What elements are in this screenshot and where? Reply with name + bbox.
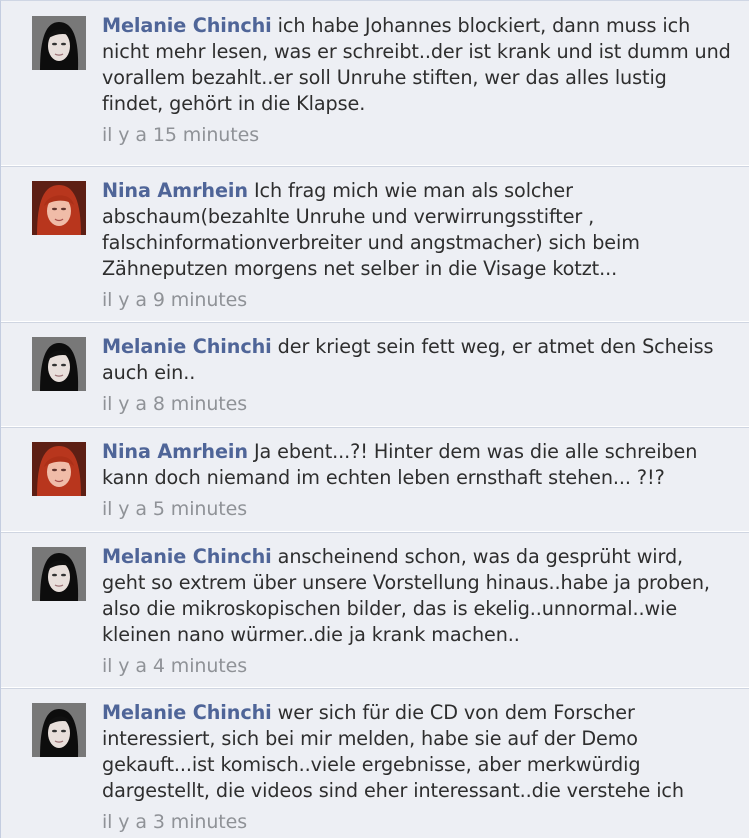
comment-item: Melanie Chinchi ich habe Johannes blocki… xyxy=(1,1,749,166)
melanie-avatar-icon xyxy=(32,703,86,757)
comment-author-link[interactable]: Nina Amrhein xyxy=(102,440,248,463)
comment-body: Melanie Chinchi wer sich für die CD von … xyxy=(102,700,732,835)
comment-timestamp[interactable]: il y a 5 minutes xyxy=(102,496,732,522)
comment-timestamp[interactable]: il y a 4 minutes xyxy=(102,653,732,679)
comment-author-link[interactable]: Nina Amrhein xyxy=(102,179,248,202)
nina-avatar-icon xyxy=(32,181,86,235)
comment-item: Nina Amrhein Ich frag mich wie man als s… xyxy=(1,166,749,322)
melanie-avatar-icon xyxy=(32,547,86,601)
avatar[interactable] xyxy=(32,703,86,757)
comment-item: Melanie Chinchi wer sich für die CD von … xyxy=(1,688,749,838)
comment-item: Melanie Chinchi der kriegt sein fett weg… xyxy=(1,322,749,427)
comment-item: Nina Amrhein Ja ebent...?! Hinter dem wa… xyxy=(1,427,749,532)
nina-avatar-icon xyxy=(32,442,86,496)
comment-author-link[interactable]: Melanie Chinchi xyxy=(102,701,272,724)
comment-timestamp[interactable]: il y a 9 minutes xyxy=(102,287,732,313)
comment-thread: Melanie Chinchi ich habe Johannes blocki… xyxy=(0,0,749,838)
comment-body: Nina Amrhein Ich frag mich wie man als s… xyxy=(102,178,732,313)
comment-body: Melanie Chinchi ich habe Johannes blocki… xyxy=(102,13,732,148)
comment-timestamp[interactable]: il y a 3 minutes xyxy=(102,809,732,835)
comment-timestamp[interactable]: il y a 8 minutes xyxy=(102,391,732,417)
comment-timestamp[interactable]: il y a 15 minutes xyxy=(102,122,732,148)
comment-body: Melanie Chinchi anscheinend schon, was d… xyxy=(102,544,732,679)
avatar[interactable] xyxy=(32,337,86,391)
comment-author-link[interactable]: Melanie Chinchi xyxy=(102,335,272,358)
comment-body: Nina Amrhein Ja ebent...?! Hinter dem wa… xyxy=(102,439,732,522)
avatar[interactable] xyxy=(32,547,86,601)
avatar[interactable] xyxy=(32,181,86,235)
comment-body: Melanie Chinchi der kriegt sein fett weg… xyxy=(102,334,732,417)
comment-author-link[interactable]: Melanie Chinchi xyxy=(102,545,272,568)
comment-author-link[interactable]: Melanie Chinchi xyxy=(102,14,272,37)
melanie-avatar-icon xyxy=(32,337,86,391)
avatar[interactable] xyxy=(32,442,86,496)
comment-item: Melanie Chinchi anscheinend schon, was d… xyxy=(1,532,749,688)
avatar[interactable] xyxy=(32,16,86,70)
melanie-avatar-icon xyxy=(32,16,86,70)
